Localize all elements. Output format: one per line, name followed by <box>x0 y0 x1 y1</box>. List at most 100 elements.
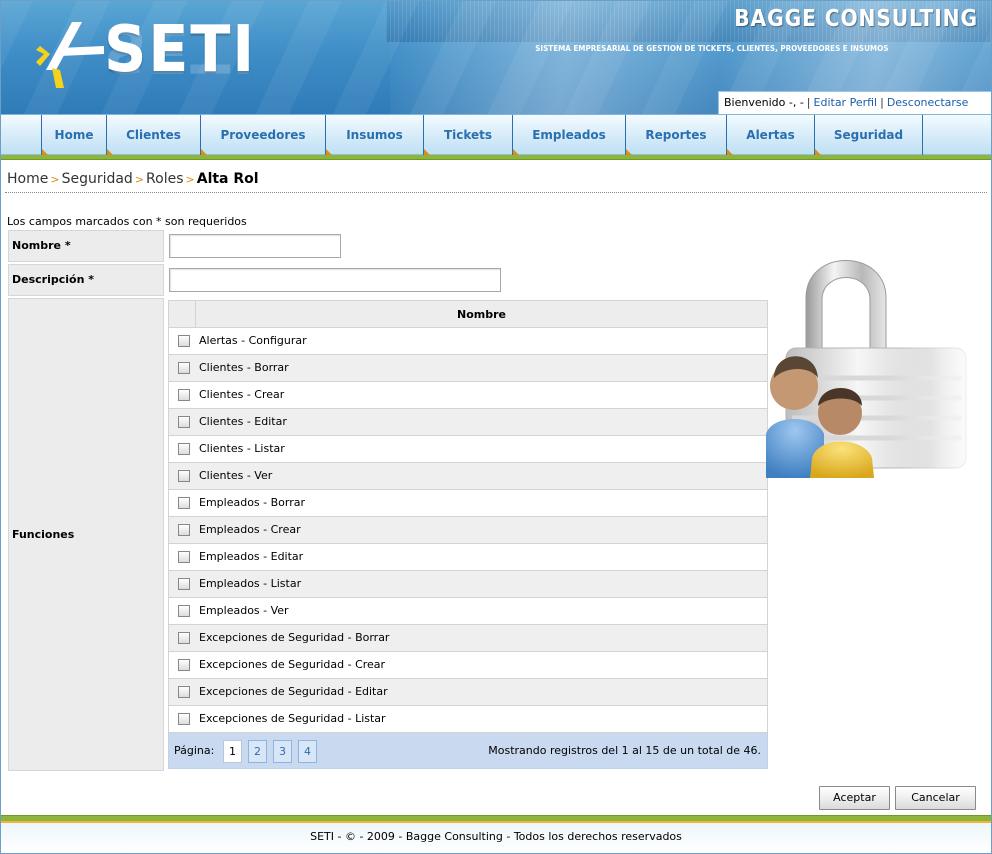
funciones-label: Funciones <box>8 298 164 771</box>
function-label: Empleados - Borrar <box>199 496 306 509</box>
descripcion-label-text: Descripción * <box>12 273 94 286</box>
nombre-label-text: Nombre * <box>12 239 71 252</box>
checkbox-icon[interactable] <box>178 389 190 401</box>
grid-pager: Página: 1 2 3 4 Mostrando registros del … <box>168 733 768 769</box>
table-row: Empleados - Ver <box>168 598 768 625</box>
nav-item-label: Tickets <box>443 128 493 142</box>
header-banner: SETI SETI BAGGE CONSULTING SISTEMA EMPRE… <box>0 0 992 114</box>
breadcrumb-divider <box>5 192 987 193</box>
nav-item-label: Insumos <box>346 128 403 142</box>
function-label: Empleados - Ver <box>199 604 289 617</box>
table-row: Empleados - Editar <box>168 544 768 571</box>
cancel-button[interactable]: Cancelar <box>895 786 976 810</box>
function-label: Alertas - Configurar <box>199 334 307 347</box>
main-nav: Home Clientes Proveedores Insumos Ticket… <box>0 114 992 155</box>
checkbox-icon[interactable] <box>178 524 190 536</box>
nav-item-clientes[interactable]: Clientes <box>106 115 200 155</box>
checkbox-icon[interactable] <box>178 470 190 482</box>
breadcrumb-arrow-icon: > <box>50 173 60 186</box>
nav-item-label: Proveedores <box>220 128 306 142</box>
welcome-text: Bienvenido -, - <box>724 96 804 109</box>
pager-page-1[interactable]: 1 <box>223 740 242 763</box>
table-row: Empleados - Borrar <box>168 490 768 517</box>
function-label: Clientes - Ver <box>199 469 273 482</box>
table-row: Excepciones de Seguridad - Listar <box>168 706 768 733</box>
checkbox-icon[interactable] <box>178 335 190 347</box>
nav-item-seguridad[interactable]: Seguridad <box>814 115 922 155</box>
nav-item-tickets[interactable]: Tickets <box>423 115 512 155</box>
nav-item-label: Seguridad <box>833 128 904 142</box>
nav-item-alertas[interactable]: Alertas <box>726 115 814 155</box>
nav-item-label: Empleados <box>532 128 606 142</box>
grid-header: Nombre <box>168 300 768 328</box>
nav-item-label: Clientes <box>126 128 181 142</box>
grid-header-nombre[interactable]: Nombre <box>196 301 767 328</box>
edit-profile-link[interactable]: Editar Perfil <box>814 96 878 109</box>
table-row: Clientes - Borrar <box>168 355 768 382</box>
breadcrumb: Home > Seguridad > Roles > Alta Rol <box>7 171 259 187</box>
function-label: Clientes - Listar <box>199 442 285 455</box>
function-label: Empleados - Editar <box>199 550 304 563</box>
checkbox-icon[interactable] <box>178 416 190 428</box>
table-row: Empleados - Crear <box>168 517 768 544</box>
pager-page-3[interactable]: 3 <box>273 740 292 763</box>
separator: | <box>806 96 811 109</box>
footer-text: SETI - © - 2009 - Bagge Consulting - Tod… <box>310 830 682 843</box>
descripcion-label: Descripción * <box>8 264 164 296</box>
function-label: Empleados - Listar <box>199 577 302 590</box>
table-row: Clientes - Crear <box>168 382 768 409</box>
function-label: Clientes - Editar <box>199 415 287 428</box>
grid-header-check-column <box>169 301 196 328</box>
nav-item-insumos[interactable]: Insumos <box>325 115 423 155</box>
table-row: Clientes - Editar <box>168 409 768 436</box>
function-label: Clientes - Borrar <box>199 361 289 374</box>
checkbox-icon[interactable] <box>178 632 190 644</box>
breadcrumb-arrow-icon: > <box>134 173 145 186</box>
nombre-label: Nombre * <box>8 230 164 262</box>
logout-link[interactable]: Desconectarse <box>887 96 969 109</box>
nav-item-home[interactable]: Home <box>41 115 106 155</box>
seti-logo-icon <box>36 22 104 88</box>
pager-page-4[interactable]: 4 <box>298 740 317 763</box>
checkbox-icon[interactable] <box>178 551 190 563</box>
funciones-grid: Nombre Alertas - Configurar Clientes - Bo… <box>168 300 768 769</box>
checkbox-icon[interactable] <box>178 497 190 509</box>
brand-title: BAGGE CONSULTING <box>734 6 978 32</box>
lock-users-icon <box>766 238 988 488</box>
breadcrumb-home[interactable]: Home <box>7 171 48 187</box>
table-row: Alertas - Configurar <box>168 328 768 355</box>
table-row: Excepciones de Seguridad - Editar <box>168 679 768 706</box>
nav-item-empleados[interactable]: Empleados <box>512 115 625 155</box>
checkbox-icon[interactable] <box>178 362 190 374</box>
user-bar: Bienvenido -, - | Editar Perfil | Desconecta… <box>718 91 991 114</box>
table-row: Clientes - Listar <box>168 436 768 463</box>
checkbox-icon[interactable] <box>178 686 190 698</box>
pager-label: Página: <box>174 744 215 757</box>
checkbox-icon[interactable] <box>178 578 190 590</box>
descripcion-input[interactable] <box>169 268 501 292</box>
nombre-input[interactable] <box>169 234 341 258</box>
breadcrumb-seguridad[interactable]: Seguridad <box>62 171 133 187</box>
table-row: Excepciones de Seguridad - Crear <box>168 652 768 679</box>
pager-page-2[interactable]: 2 <box>248 740 267 763</box>
checkbox-icon[interactable] <box>178 605 190 617</box>
function-label: Excepciones de Seguridad - Listar <box>199 712 386 725</box>
nav-item-proveedores[interactable]: Proveedores <box>200 115 325 155</box>
function-label: Excepciones de Seguridad - Borrar <box>199 631 390 644</box>
function-label: Excepciones de Seguridad - Editar <box>199 685 388 698</box>
nav-item-label: Reportes <box>645 128 707 142</box>
nav-item-reportes[interactable]: Reportes <box>625 115 726 155</box>
funciones-label-text: Funciones <box>12 528 75 541</box>
required-fields-note: Los campos marcados con * son requeridos <box>7 215 247 228</box>
checkbox-icon[interactable] <box>178 713 190 725</box>
table-row: Excepciones de Seguridad - Borrar <box>168 625 768 652</box>
checkbox-icon[interactable] <box>178 659 190 671</box>
function-label: Excepciones de Seguridad - Crear <box>199 658 386 671</box>
table-row: Clientes - Ver <box>168 463 768 490</box>
breadcrumb-arrow-icon: > <box>185 173 195 186</box>
separator: | <box>880 96 884 109</box>
checkbox-icon[interactable] <box>178 443 190 455</box>
accept-button[interactable]: Aceptar <box>819 786 890 810</box>
nav-accent-bar <box>0 155 992 160</box>
breadcrumb-roles[interactable]: Roles <box>146 171 183 187</box>
